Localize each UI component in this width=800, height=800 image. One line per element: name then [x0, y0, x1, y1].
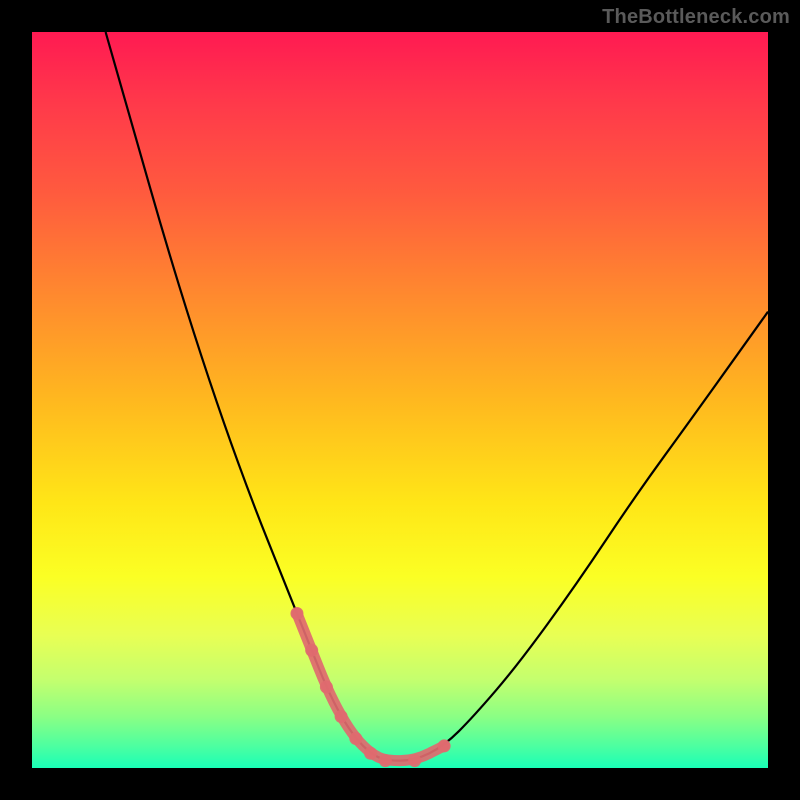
- highlight-dot: [335, 710, 348, 723]
- highlight-dot: [408, 754, 421, 767]
- bottleneck-curve: [106, 32, 768, 761]
- highlight-dots: [290, 607, 450, 767]
- chart-frame: TheBottleneck.com: [0, 0, 800, 800]
- highlight-dot: [305, 644, 318, 657]
- highlight-segment: [297, 613, 444, 760]
- highlight-dot: [349, 732, 362, 745]
- highlight-dot: [320, 681, 333, 694]
- highlight-dot: [438, 739, 451, 752]
- highlight-dot: [379, 754, 392, 767]
- highlight-dot: [290, 607, 303, 620]
- curve-svg: [32, 32, 768, 768]
- plot-area: [32, 32, 768, 768]
- highlight-dot: [364, 747, 377, 760]
- watermark-text: TheBottleneck.com: [602, 6, 790, 29]
